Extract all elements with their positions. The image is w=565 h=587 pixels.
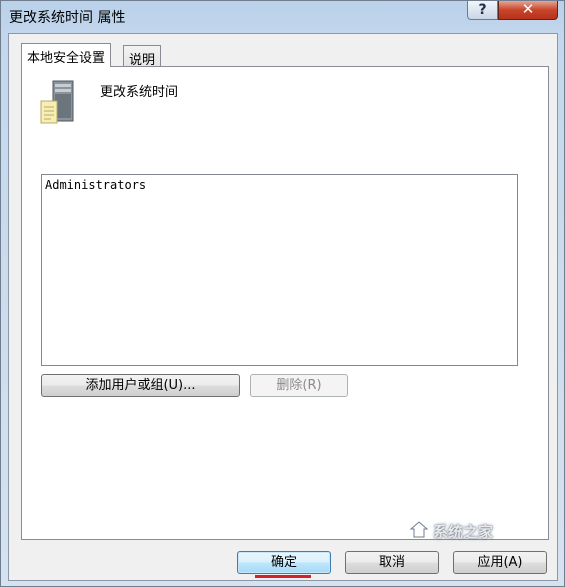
title-bar[interactable]: 更改系统时间 属性 ? ✕ [1,1,564,33]
watermark-text: 系统之家 [433,523,494,541]
help-button[interactable]: ? [467,1,498,20]
list-item[interactable]: Administrators [45,178,146,192]
ok-button[interactable]: 确定 [237,551,331,574]
add-user-or-group-button[interactable]: 添加用户或组(U)... [41,374,240,397]
apply-button[interactable]: 应用(A) [453,551,547,574]
properties-dialog: 更改系统时间 属性 ? ✕ 本地安全设置 说明 更改系统时间 Administr… [0,0,565,587]
help-icon: ? [478,2,487,18]
dialog-title: 更改系统时间 属性 [9,10,126,26]
server-icon [40,80,74,124]
tab-panel: 更改系统时间 Administrators 添加用户或组(U)... 删除(R) [21,66,549,540]
policy-name: 更改系统时间 [100,85,179,100]
close-icon: ✕ [521,0,535,18]
dialog-client-area: 本地安全设置 说明 更改系统时间 Administrators 添加用户或组(U… [8,33,558,581]
tab-explain[interactable]: 说明 [123,45,162,68]
cancel-button[interactable]: 取消 [345,551,439,574]
watermark-logo-icon [409,521,429,538]
remove-button[interactable]: 删除(R) [250,374,348,397]
tab-local-security-setting[interactable]: 本地安全设置 [21,43,112,67]
members-list[interactable]: Administrators [41,174,518,366]
highlight-underline [255,575,311,578]
close-button[interactable]: ✕ [498,1,558,20]
